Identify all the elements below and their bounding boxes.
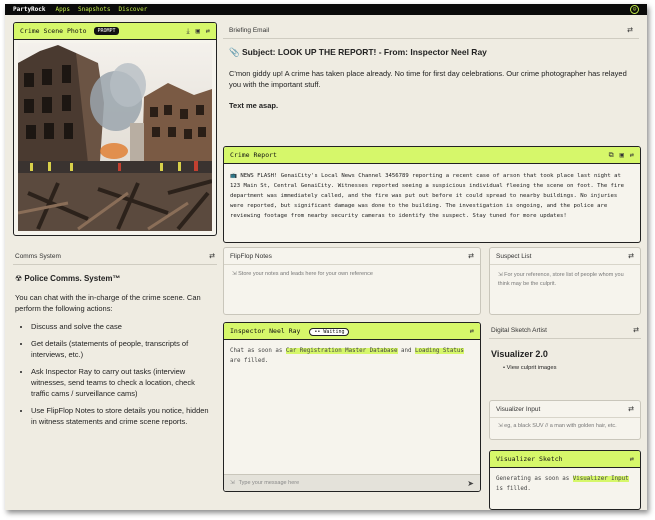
visualizer-input-field[interactable]: ⇲ eg, a black SUV // a man with golden h… (490, 418, 640, 435)
sketch-artist-panel: Digital Sketch Artist ⇄ Visualizer 2.0 •… (489, 322, 641, 394)
visualizer-input-title: Visualizer Input (496, 405, 541, 413)
settings-icon[interactable]: ⇄ (206, 27, 210, 35)
list-item: Ask Inspector Ray to carry out tasks (in… (31, 366, 215, 399)
textarea-resize-icon: ⇲ (498, 423, 503, 429)
settings-icon[interactable]: ⇄ (470, 327, 474, 335)
flipflop-notes-card: FlipFlop Notes ⇄ ⇲ Store your notes and … (223, 247, 481, 315)
crime-photo-title: Crime Scene Photo (20, 27, 87, 35)
settings-icon[interactable]: ⇄ (627, 26, 633, 34)
briefing-email-header: Briefing Email ⇄ (223, 22, 639, 39)
suspect-list-title: Suspect List (496, 252, 532, 260)
email-subject: 📎 Subject: LOOK UP THE REPORT! - From: I… (229, 47, 487, 57)
suspect-list-header: Suspect List ⇄ (490, 248, 640, 265)
flipflop-header: FlipFlop Notes ⇄ (224, 248, 480, 265)
chat-message-input[interactable]: Type your message here (239, 480, 468, 486)
settings-icon[interactable]: ⇄ (209, 252, 215, 260)
crime-report-header: Crime Report ⧉ ▣ ⇄ (224, 147, 640, 164)
textarea-resize-icon: ⇲ (230, 480, 235, 486)
crime-photo-header: Crime Scene Photo PROMPT ⤓ ▣ ⇄ (14, 23, 216, 40)
suspect-list-card: Suspect List ⇄ ⇲ For your reference, sto… (489, 247, 641, 315)
textarea-resize-icon: ⇲ (232, 271, 237, 277)
bullet-icon: • (503, 365, 506, 371)
inspector-header: Inspector Neel Ray •• Waiting ⇄ (224, 323, 480, 340)
highlight-loading-status: Loading Status (414, 348, 464, 354)
list-item: Discuss and solve the case (31, 321, 215, 332)
comms-heading: ☢ Police Comms. System™ (15, 274, 121, 283)
sketch-artist-title: Digital Sketch Artist (491, 326, 547, 334)
download-icon[interactable]: ⤓ (186, 27, 189, 36)
app-window: PartyRock Apps Snapshots Discover ☺ Crim… (5, 4, 647, 510)
status-badge: •• Waiting (309, 327, 350, 336)
crime-photo-card: Crime Scene Photo PROMPT ⤓ ▣ ⇄ (13, 22, 217, 236)
burned-building-illustration (18, 43, 212, 231)
settings-icon[interactable]: ⇄ (628, 252, 634, 260)
inspector-title: Inspector Neel Ray (230, 326, 301, 335)
chat-input-bar: ⇲ Type your message here ➤ (224, 474, 480, 491)
settings-icon[interactable]: ⇄ (630, 455, 634, 463)
settings-icon[interactable]: ⇄ (628, 405, 634, 413)
visualizer-sketch-message: Generating as soon as Visualizer Input i… (496, 476, 629, 492)
comms-system-panel: Comms System ⇄ ☢ Police Comms. System™ Y… (13, 248, 217, 510)
email-closing: Text me asap. (229, 101, 279, 110)
copy-icon[interactable]: ⧉ (609, 151, 614, 160)
nav-apps[interactable]: Apps (56, 6, 70, 13)
list-item: Get details (statements of people, trans… (31, 338, 215, 360)
visualizer-sketch-header: Visualizer Sketch ⇄ (490, 451, 640, 468)
flipflop-title: FlipFlop Notes (230, 252, 272, 260)
briefing-email-card: Briefing Email ⇄ 📎 Subject: LOOK UP THE … (223, 22, 639, 142)
comms-header: Comms System ⇄ (13, 248, 217, 265)
save-icon[interactable]: ▣ (620, 151, 624, 159)
crime-report-text: 📺 NEWS FLASH! GenaiCity's Local News Cha… (230, 173, 625, 219)
highlight-car-registration: Car Registration Master Database (285, 348, 398, 354)
crime-report-title: Crime Report (230, 151, 277, 159)
top-nav-bar: PartyRock Apps Snapshots Discover ☺ (5, 4, 647, 15)
crime-scene-image (18, 43, 212, 231)
inspector-message: Chat as soon as Car Registration Master … (230, 348, 464, 364)
visualizer-sketch-title: Visualizer Sketch (496, 455, 563, 463)
visualizer-input-header: Visualizer Input ⇄ (490, 401, 640, 418)
textarea-resize-icon: ⇲ (498, 272, 503, 278)
inspector-chat-card: Inspector Neel Ray •• Waiting ⇄ Chat as … (223, 322, 481, 492)
comms-action-list: Discuss and solve the case Get details (… (15, 321, 215, 427)
comms-intro: You can chat with the in-charge of the c… (15, 293, 201, 313)
view-culprit-item: View culprit images (506, 365, 557, 371)
briefing-email-title: Briefing Email (229, 26, 270, 34)
brand-logo[interactable]: PartyRock (13, 6, 46, 13)
send-icon[interactable]: ➤ (467, 479, 474, 488)
crime-report-card: Crime Report ⧉ ▣ ⇄ 📺 NEWS FLASH! GenaiCi… (223, 146, 641, 243)
comms-title: Comms System (15, 252, 61, 260)
flipflop-notes-input[interactable]: ⇲ Store your notes and leads here for yo… (224, 265, 480, 283)
settings-icon[interactable]: ⇄ (630, 151, 634, 159)
prompt-badge[interactable]: PROMPT (94, 27, 119, 35)
save-icon[interactable]: ▣ (196, 27, 200, 35)
highlight-visualizer-input: Visualizer Input (572, 476, 629, 482)
user-avatar-icon[interactable]: ☺ (630, 5, 639, 14)
suspect-list-input[interactable]: ⇲ For your reference, store list of peop… (490, 265, 640, 295)
email-body: C'mon giddy up! A crime has taken place … (229, 69, 627, 89)
visualizer-sketch-card: Visualizer Sketch ⇄ Generating as soon a… (489, 450, 641, 510)
visualizer-heading: Visualizer 2.0 (491, 349, 548, 359)
nav-snapshots[interactable]: Snapshots (78, 6, 111, 13)
nav-discover[interactable]: Discover (118, 6, 147, 13)
list-item: Use FlipFlop Notes to store details you … (31, 405, 215, 427)
settings-icon[interactable]: ⇄ (633, 326, 639, 334)
sketch-artist-header: Digital Sketch Artist ⇄ (489, 322, 641, 339)
visualizer-input-card: Visualizer Input ⇄ ⇲ eg, a black SUV // … (489, 400, 641, 440)
settings-icon[interactable]: ⇄ (468, 252, 474, 260)
